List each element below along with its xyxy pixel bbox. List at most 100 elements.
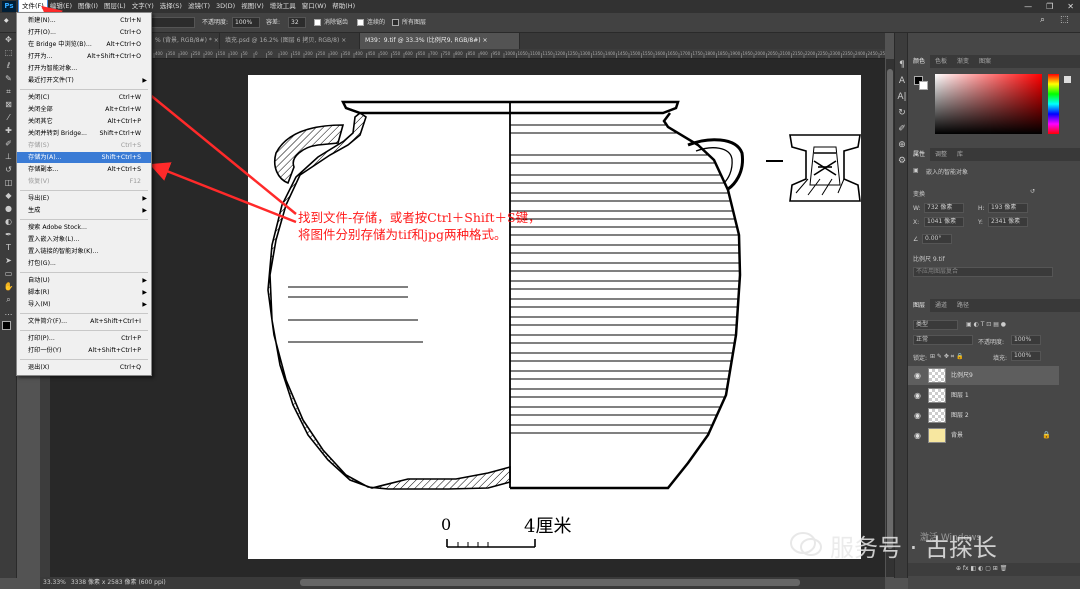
file-menu-item[interactable]: 打开为... Alt+Shift+Ctrl+O <box>17 51 151 62</box>
file-menu-item[interactable]: 存储为(A)... Shift+Ctrl+S <box>17 152 151 163</box>
share-icon[interactable]: ⬚ <box>1060 15 1069 25</box>
paint-bucket-tool-icon[interactable]: ◆ <box>0 189 17 202</box>
brush-tool-icon[interactable]: ✐ <box>0 137 17 150</box>
file-menu-item[interactable]: 在 Bridge 中浏览(B)... Alt+Ctrl+O <box>17 39 151 50</box>
file-menu-item[interactable]: 存储副本... Alt+Ctrl+S <box>17 164 151 175</box>
reset-icon[interactable]: ↺ <box>1030 188 1035 195</box>
character-icon[interactable]: A <box>895 73 909 89</box>
menu-select[interactable]: 选择(S) <box>157 0 185 13</box>
paint-bucket-icon[interactable]: ◆ <box>4 17 9 24</box>
x-field[interactable]: 1041 像素 <box>924 217 964 227</box>
eye-icon[interactable]: ◉ <box>914 426 921 445</box>
layer-row[interactable]: ◉ 图层 2 <box>908 406 1059 425</box>
angle-field[interactable]: 0.00° <box>922 234 952 244</box>
frame-tool-icon[interactable]: ⊠ <box>0 98 17 111</box>
color-swatches[interactable] <box>0 319 16 343</box>
layer-row[interactable]: ◉ 背景 🔒 <box>908 426 1059 445</box>
file-menu-item[interactable]: 置入链接的智能对象(K)... <box>17 246 151 257</box>
shape-tool-icon[interactable]: ▭ <box>0 267 17 280</box>
blend-mode-select[interactable]: 正常 <box>913 335 973 345</box>
eye-icon[interactable]: ◉ <box>914 406 921 425</box>
file-menu-item[interactable]: 文件简介(F)... Alt+Shift+Ctrl+I <box>17 316 151 327</box>
doc-tab-1[interactable]: % (背景, RGB/8#) * × <box>150 33 220 49</box>
brush-settings-icon[interactable]: ✐ <box>895 121 909 137</box>
tab-adjustments[interactable]: 调整 <box>930 148 952 161</box>
paragraph-icon[interactable]: ¶ <box>895 57 909 73</box>
layer-row[interactable]: ◉ 比例尺9 <box>908 366 1059 385</box>
eyedropper-tool-icon[interactable]: ⁄ <box>0 111 17 124</box>
file-menu-item[interactable]: 新建(N)... Ctrl+N <box>17 15 151 26</box>
doc-tab-2[interactable]: 填充.psd @ 16.2% (图层 6 拷贝, RGB/8) × <box>220 33 360 49</box>
tolerance-input[interactable]: 32 <box>288 17 306 28</box>
file-menu-item[interactable]: 打印一份(Y) Alt+Shift+Ctrl+P <box>17 345 151 356</box>
history-icon[interactable]: ↻ <box>895 105 909 121</box>
zoom-level[interactable]: 33.33% <box>43 579 66 586</box>
file-menu-item[interactable]: 关闭其它 Alt+Ctrl+P <box>17 116 151 127</box>
tab-paths[interactable]: 路径 <box>952 299 974 312</box>
tab-channels[interactable]: 通道 <box>930 299 952 312</box>
contiguous-checkbox[interactable] <box>357 19 364 26</box>
menu-plugins[interactable]: 增效工具 <box>267 0 299 13</box>
file-menu-item[interactable]: 生成 ▶ <box>17 205 151 216</box>
clone-source-icon[interactable]: ⊕ <box>895 137 909 153</box>
height-field[interactable]: 193 像素 <box>988 203 1028 213</box>
all-layers-checkbox[interactable] <box>392 19 399 26</box>
color-field[interactable] <box>935 74 1042 134</box>
file-menu-item[interactable]: 恢复(V) F12 <box>17 176 151 187</box>
file-menu-item[interactable]: 打印(P)... Ctrl+P <box>17 333 151 344</box>
layer-row[interactable]: ◉ 图层 1 <box>908 386 1059 405</box>
tab-gradients[interactable]: 渐变 <box>952 55 974 68</box>
properties-icon[interactable]: ⚙ <box>895 153 909 169</box>
file-menu-item[interactable]: 搜索 Adobe Stock... <box>17 222 151 233</box>
search-icon[interactable]: ⌕ <box>1040 15 1045 25</box>
file-menu-item[interactable]: 存储(S) Ctrl+S <box>17 140 151 151</box>
lock-icons[interactable]: ⊞ ✎ ✥ ⌗ 🔒 <box>930 353 964 361</box>
pen-tool-icon[interactable]: ✒ <box>0 228 17 241</box>
antialias-checkbox[interactable] <box>314 19 321 26</box>
menu-filter[interactable]: 滤镜(T) <box>185 0 213 13</box>
eye-icon[interactable]: ◉ <box>914 366 921 385</box>
tab-patterns[interactable]: 图案 <box>974 55 996 68</box>
file-menu-item[interactable]: 导出(E) ▶ <box>17 193 151 204</box>
file-menu-item[interactable]: 打包(G)... <box>17 258 151 269</box>
file-menu-item[interactable]: 关闭全部 Alt+Ctrl+W <box>17 104 151 115</box>
type-tool-icon[interactable]: T <box>0 241 17 254</box>
healing-tool-icon[interactable]: ✚ <box>0 124 17 137</box>
tab-libraries[interactable]: 库 <box>952 148 968 161</box>
file-menu-item[interactable]: 置入嵌入对象(L)... <box>17 234 151 245</box>
bg-color-chip[interactable] <box>919 81 928 90</box>
history-brush-icon[interactable]: ↺ <box>0 163 17 176</box>
file-menu-item[interactable]: 打开(O)... Ctrl+O <box>17 27 151 38</box>
y-field[interactable]: 2341 像素 <box>988 217 1028 227</box>
blur-tool-icon[interactable]: ● <box>0 202 17 215</box>
file-menu-item[interactable]: 脚本(R) ▶ <box>17 287 151 298</box>
eraser-tool-icon[interactable]: ◫ <box>0 176 17 189</box>
clone-tool-icon[interactable]: ⊥ <box>0 150 17 163</box>
foreground-color[interactable] <box>2 321 11 330</box>
layer-filter-icons[interactable]: ▣ ◐ T ⊡ ▤ ● <box>966 321 1006 328</box>
restore-icon[interactable]: ❐ <box>1046 0 1053 13</box>
file-menu-item[interactable]: 自动(U) ▶ <box>17 275 151 286</box>
close-icon[interactable]: ✕ <box>1067 0 1074 13</box>
width-field[interactable]: 732 像素 <box>924 203 964 213</box>
layer-footer-icons[interactable]: ⊕ fx ◧ ◐ ▢ ⊞ 🗑 <box>956 565 1007 572</box>
zoom-tool-icon[interactable]: ⌕ <box>0 293 17 306</box>
glyph-icon[interactable]: A| <box>895 89 909 105</box>
file-menu-item[interactable]: 关闭并转到 Bridge... Shift+Ctrl+W <box>17 128 151 139</box>
layer-kind-filter[interactable]: 类型 <box>913 320 958 330</box>
quick-select-tool-icon[interactable]: ✎ <box>0 72 17 85</box>
dodge-tool-icon[interactable]: ◐ <box>0 215 17 228</box>
file-menu-item[interactable]: 打开为智能对象... <box>17 63 151 74</box>
crop-tool-icon[interactable]: ⌗ <box>0 85 17 98</box>
color-panel-menu-icon[interactable] <box>1064 76 1071 83</box>
doc-tab-active[interactable]: M39：9.tif @ 33.3% (比例尺9, RGB/8#) × <box>360 33 520 49</box>
path-select-tool-icon[interactable]: ➤ <box>0 254 17 267</box>
lock-icon[interactable]: 🔒 <box>1042 426 1051 445</box>
menu-window[interactable]: 窗口(W) <box>299 0 330 13</box>
file-menu-item[interactable]: 退出(X) Ctrl+Q <box>17 362 151 373</box>
lasso-tool-icon[interactable]: ℓ <box>0 59 17 72</box>
horizontal-scrollbar[interactable] <box>300 579 800 586</box>
menu-view[interactable]: 视图(V) <box>238 0 267 13</box>
hand-tool-icon[interactable]: ✋ <box>0 280 17 293</box>
tab-properties[interactable]: 属性 <box>908 148 931 161</box>
